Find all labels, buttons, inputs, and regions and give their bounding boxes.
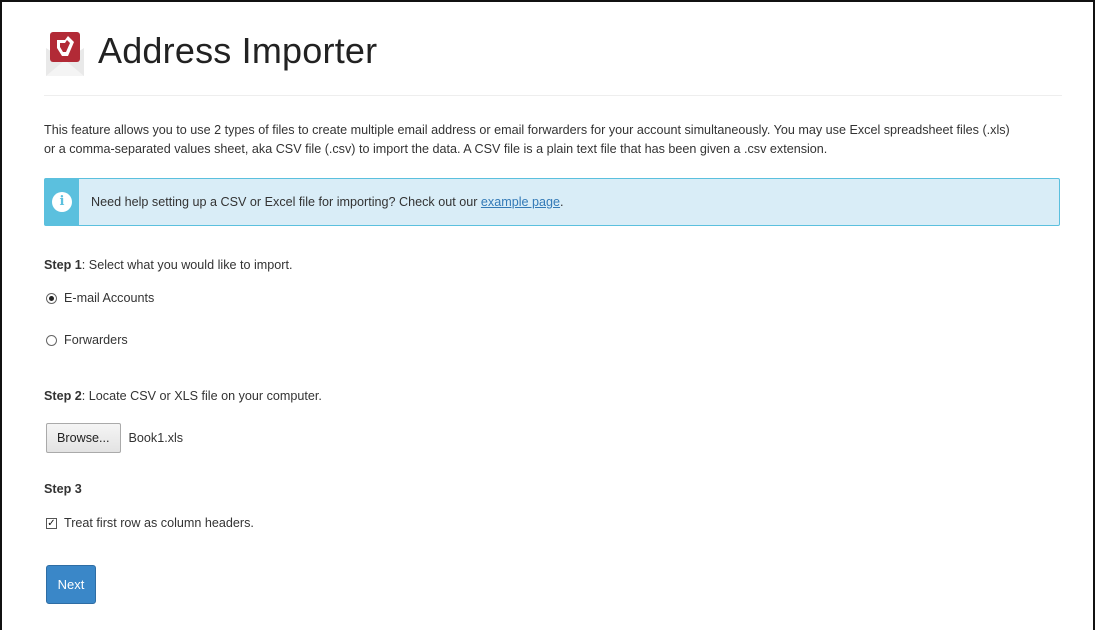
intro-paragraph: This feature allows you to use 2 types o… — [44, 121, 1062, 159]
step-2-label: Step 2: Locate CSV or XLS file on your c… — [44, 389, 322, 403]
radio-forwarders-control[interactable] — [46, 334, 57, 346]
page-title: Address Importer — [98, 30, 378, 71]
first-row-headers-checkbox[interactable]: ✓ — [46, 517, 57, 529]
file-upload-row: Browse... Book1.xls — [46, 423, 183, 453]
browse-button[interactable]: Browse... — [46, 423, 121, 453]
step-1-text: : Select what you would like to import. — [81, 258, 293, 272]
envelope-logo-icon — [46, 32, 84, 76]
info-alert: i Need help setting up a CSV or Excel fi… — [44, 178, 1060, 226]
step-1-label: Step 1: Select what you would like to im… — [44, 258, 293, 272]
step-3-title: Step 3 — [44, 482, 82, 496]
alert-icon-box: i — [45, 179, 79, 225]
next-button[interactable]: Next — [46, 565, 96, 604]
step-3-label: Step 3 — [44, 482, 82, 496]
radio-email-accounts[interactable]: E-mail Accounts — [46, 291, 154, 305]
selected-file-name: Book1.xls — [128, 431, 184, 445]
alert-suffix: . — [560, 195, 564, 209]
info-icon: i — [52, 192, 72, 212]
alert-text: Need help setting up a CSV or Excel file… — [91, 195, 564, 209]
intro-line-1: This feature allows you to use 2 types o… — [44, 123, 1010, 137]
step-1-title: Step 1 — [44, 258, 82, 272]
first-row-headers-option[interactable]: ✓ Treat first row as column headers. — [46, 516, 254, 530]
page-header: Address Importer — [44, 22, 1062, 82]
radio-email-accounts-label[interactable]: E-mail Accounts — [64, 291, 154, 305]
radio-forwarders-label[interactable]: Forwarders — [64, 333, 128, 347]
first-row-headers-label[interactable]: Treat first row as column headers. — [64, 516, 254, 530]
alert-message: Need help setting up a CSV or Excel file… — [91, 195, 481, 209]
radio-forwarders[interactable]: Forwarders — [46, 333, 128, 347]
step-2-text: : Locate CSV or XLS file on your compute… — [81, 389, 322, 403]
intro-line-2: or a comma-separated values sheet, aka C… — [44, 142, 828, 156]
radio-email-accounts-control[interactable] — [46, 292, 57, 304]
step-2-title: Step 2 — [44, 389, 82, 403]
header-divider — [44, 95, 1062, 96]
example-page-link[interactable]: example page — [481, 195, 560, 209]
